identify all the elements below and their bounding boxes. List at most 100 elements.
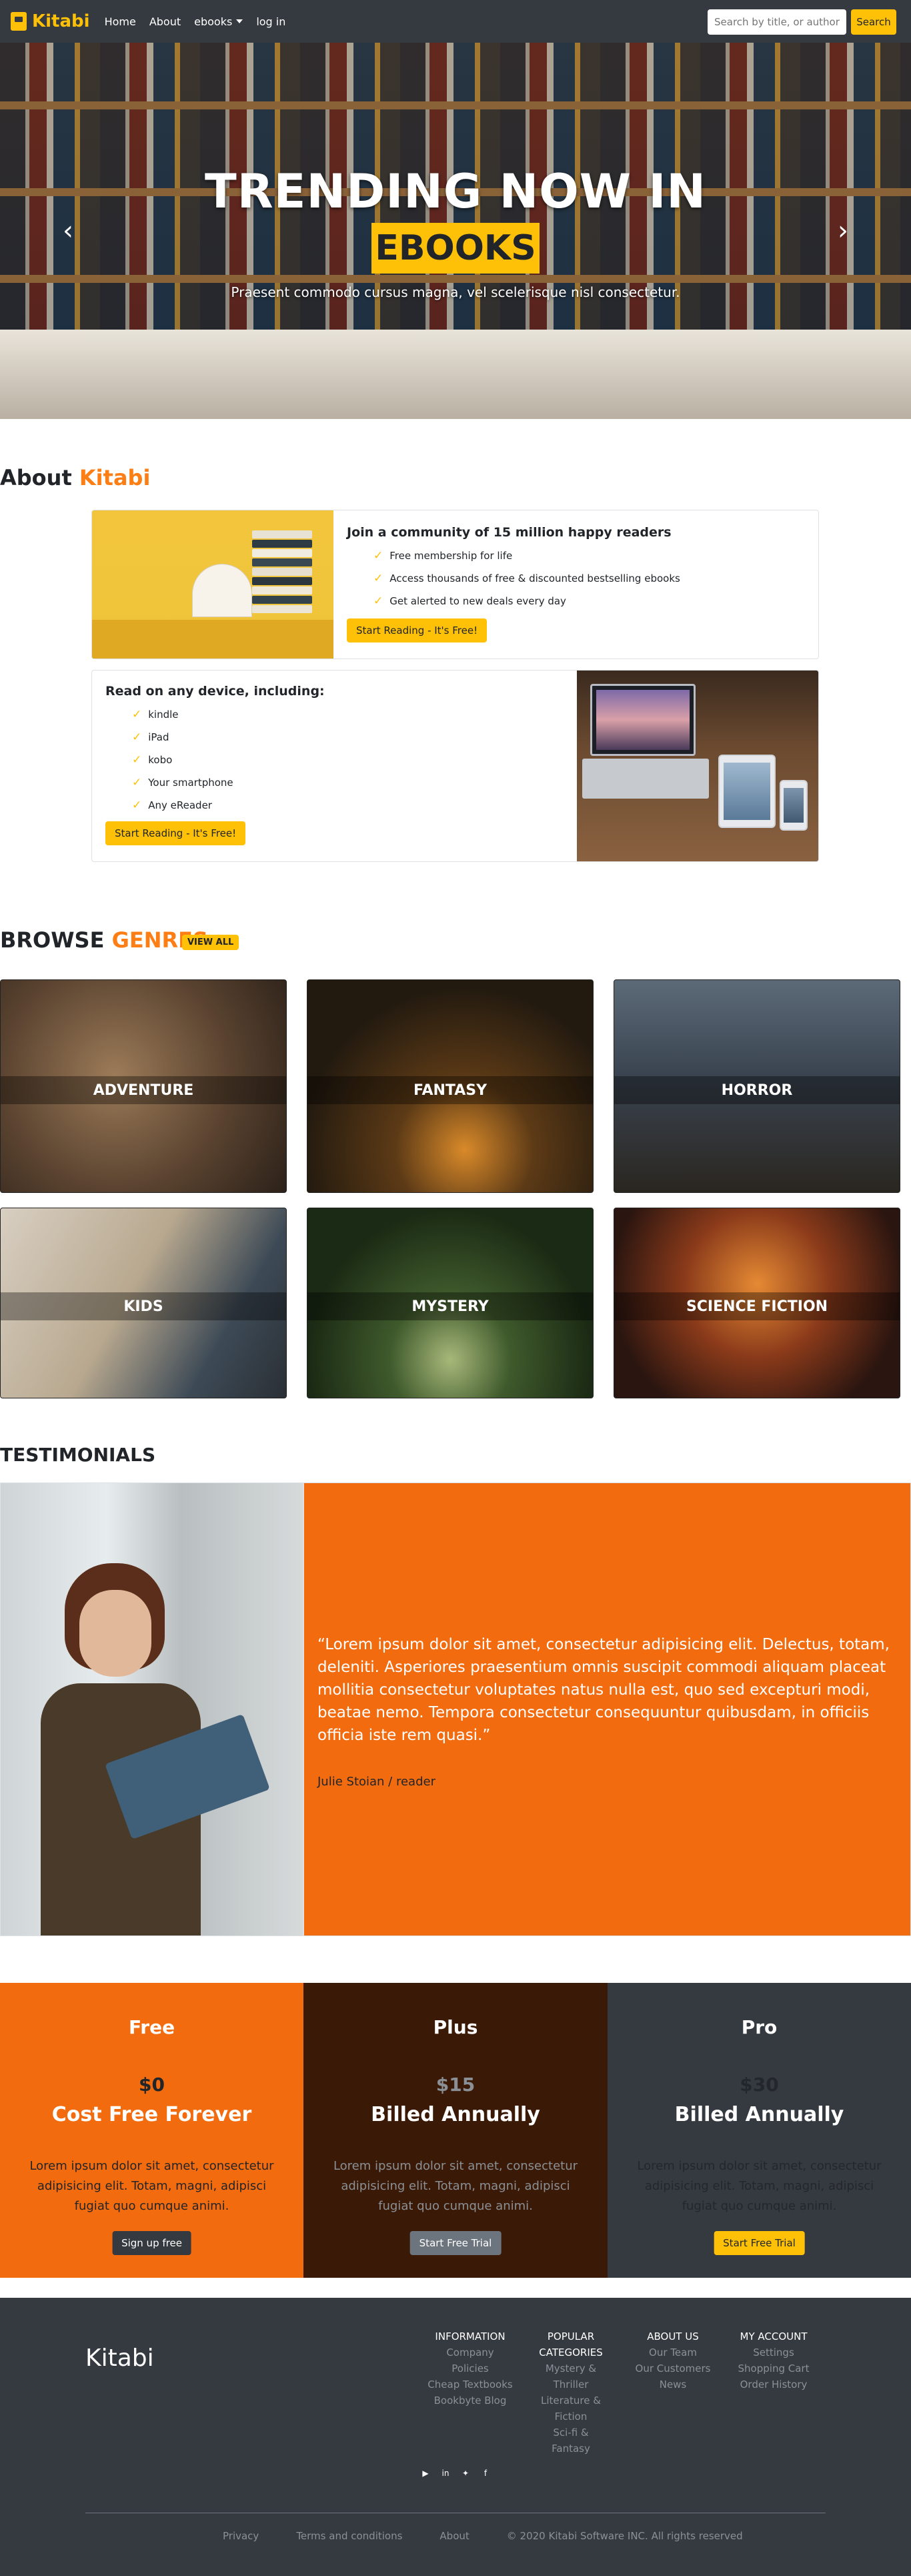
book-shape <box>252 549 312 557</box>
sign-up-free-button[interactable]: Sign up free <box>112 2231 191 2255</box>
list-item: ✓ Get alerted to new deals every day <box>373 594 680 608</box>
plan-name: Free <box>128 2016 175 2038</box>
testimonial-author: Julie Stoian / reader <box>317 1775 435 1789</box>
shelf-decoration <box>0 101 911 109</box>
list-item: ✓ kindle <box>132 708 325 721</box>
start-reading-button[interactable]: Start Reading - It's Free! <box>105 821 246 845</box>
footer-link[interactable]: Bookbyte Blog <box>427 2393 514 2409</box>
plan-description: Lorem ipsum dolor sit amet, consectetur … <box>637 2159 882 2213</box>
nav-link-about[interactable]: About <box>149 15 181 28</box>
list-item-text: Get alerted to new deals every day <box>389 595 566 607</box>
footer-column-popular-categories: POPULAR CATEGORIES Mystery & Thriller Li… <box>538 2328 604 2457</box>
book-shape <box>252 540 312 548</box>
search-input[interactable] <box>708 9 846 35</box>
hero-title: TRENDING NOW IN <box>205 164 706 219</box>
phone-shape <box>780 780 808 831</box>
list-item: ✓ Free membership for life <box>373 549 680 562</box>
chevron-down-icon <box>236 19 243 23</box>
genre-label: ADVENTURE <box>1 1076 286 1104</box>
check-icon: ✓ <box>132 753 142 767</box>
genre-label: SCIENCE FICTION <box>614 1292 900 1320</box>
footer-link[interactable]: Company <box>427 2344 514 2360</box>
check-icon: ✓ <box>373 549 383 562</box>
footer-brand[interactable]: Kitabi <box>85 2344 154 2372</box>
shelf-decoration <box>0 275 911 283</box>
footer-link[interactable]: Order History <box>727 2377 820 2393</box>
facebook-icon[interactable]: f <box>480 2467 492 2479</box>
list-item: ✓ Access thousands of free & discounted b… <box>373 572 680 585</box>
footer-link[interactable]: Settings <box>727 2344 820 2360</box>
start-reading-button[interactable]: Start Reading - It's Free! <box>347 618 488 642</box>
search-button[interactable]: Search <box>851 9 896 35</box>
phone-screen <box>784 788 804 823</box>
hero-carousel: ‹ › TRENDING NOW IN EBOOKS Praesent comm… <box>0 43 911 419</box>
book-shape <box>252 596 312 604</box>
book-icon <box>11 12 27 31</box>
carousel-next-icon[interactable]: › <box>830 218 856 244</box>
footer-link[interactable]: Shopping Cart <box>727 2360 820 2377</box>
genre-card-adventure[interactable]: ADVENTURE <box>0 979 287 1193</box>
footer-link[interactable]: Sci-fi & Fantasy <box>538 2425 604 2457</box>
privacy-link[interactable]: Privacy <box>223 2530 259 2542</box>
genre-card-science-fiction[interactable]: SCIENCE FICTION <box>614 1208 900 1398</box>
community-card-body: Join a community of 15 million happy rea… <box>347 525 680 642</box>
genre-card-mystery[interactable]: MYSTERY <box>307 1208 594 1398</box>
open-book-shape <box>192 564 252 617</box>
brand-logo[interactable]: Kitabi <box>11 11 90 31</box>
check-icon: ✓ <box>373 572 383 585</box>
check-icon: ✓ <box>132 776 142 789</box>
book-table <box>0 330 911 419</box>
plan-description: Lorem ipsum dolor sit amet, consectetur … <box>29 2159 274 2213</box>
terms-link[interactable]: Terms and conditions <box>296 2530 402 2542</box>
list-item-text: iPad <box>148 731 169 743</box>
page: Kitabi Home About ebooks log in Search ‹… <box>0 0 911 2576</box>
community-card: Join a community of 15 million happy rea… <box>91 510 819 659</box>
youtube-icon[interactable]: ▶ <box>419 2467 431 2479</box>
footer-link[interactable]: Thriller <box>538 2377 604 2393</box>
community-benefits-list: ✓ Free membership for life ✓ Access thousa… <box>373 549 680 608</box>
list-item-text: Free membership for life <box>389 550 513 562</box>
laptop-screen <box>590 684 696 756</box>
table-surface <box>92 620 333 659</box>
footer-link[interactable]: Literature & <box>538 2393 604 2409</box>
list-item: ✓ iPad <box>132 731 325 744</box>
nav-link-home[interactable]: Home <box>105 15 136 28</box>
nav-link-ebooks[interactable]: ebooks <box>194 15 243 28</box>
plan-price: $30 <box>740 2074 779 2096</box>
genre-card-kids[interactable]: KIDS <box>0 1208 287 1398</box>
footer-link[interactable]: Our Team <box>630 2344 716 2360</box>
testimonials-heading: TESTIMONIALS <box>0 1444 156 1466</box>
check-icon: ✓ <box>132 799 142 812</box>
genre-card-horror[interactable]: HORROR <box>614 979 900 1193</box>
navbar: Kitabi Home About ebooks log in Search <box>0 0 911 43</box>
laptop-wallpaper <box>596 690 690 750</box>
footer-link[interactable]: Fiction <box>538 2409 604 2425</box>
list-item-text: Your smartphone <box>148 777 233 789</box>
linkedin-icon[interactable]: in <box>439 2467 451 2479</box>
twitter-icon[interactable]: ✦ <box>460 2467 472 2479</box>
carousel-prev-icon[interactable]: ‹ <box>55 218 81 244</box>
plan-price: $15 <box>435 2074 476 2096</box>
footer-column-about-us: ABOUT US Our Team Our Customers News <box>630 2328 716 2393</box>
devices-list: ✓ kindle ✓ iPad ✓ kobo ✓ Your smartphone ✓ An… <box>132 708 325 812</box>
footer-link[interactable]: Policies <box>427 2360 514 2377</box>
pricing-card-free: Free $0 Cost Free Forever Lorem ipsum do… <box>0 1983 303 2278</box>
genre-card-fantasy[interactable]: FANTASY <box>307 979 594 1193</box>
footer-link[interactable]: Our Customers <box>630 2360 716 2377</box>
tablet-screen <box>724 763 770 820</box>
community-card-title: Join a community of 15 million happy rea… <box>347 525 672 540</box>
list-item: ✓ Any eReader <box>132 799 325 812</box>
view-all-button[interactable]: VIEW ALL <box>182 935 239 950</box>
footer-link[interactable]: Mystery & <box>538 2360 604 2377</box>
footer: Kitabi INFORMATION Company Policies Chea… <box>0 2298 911 2576</box>
start-free-trial-button[interactable]: Start Free Trial <box>409 2231 502 2255</box>
footer-link[interactable]: Cheap Textbooks <box>427 2377 514 2393</box>
about-link[interactable]: About <box>439 2530 469 2542</box>
footer-bottom-links: Privacy Terms and conditions About © 202… <box>223 2530 743 2542</box>
genre-label: HORROR <box>614 1076 900 1104</box>
start-free-trial-button[interactable]: Start Free Trial <box>714 2231 805 2255</box>
book-shape <box>252 558 312 566</box>
nav-link-login[interactable]: log in <box>256 15 285 28</box>
book-shape <box>252 586 312 594</box>
footer-link[interactable]: News <box>630 2377 716 2393</box>
